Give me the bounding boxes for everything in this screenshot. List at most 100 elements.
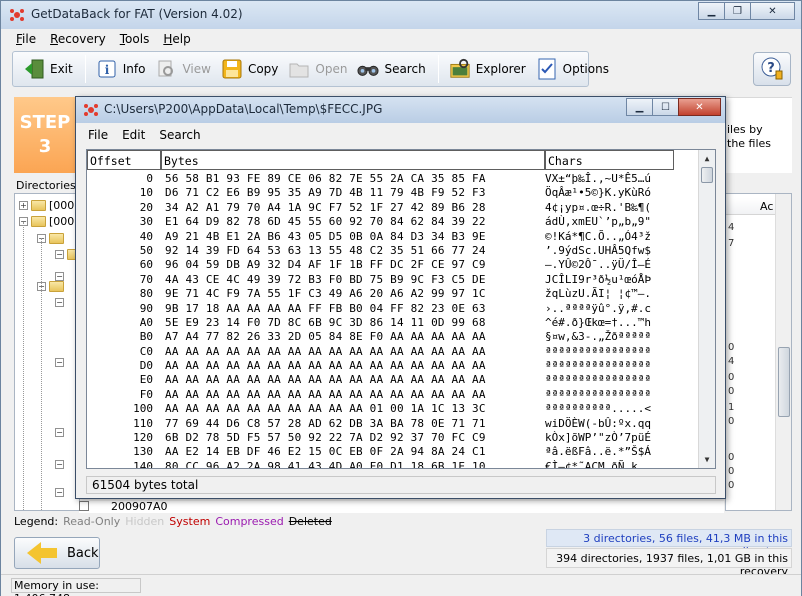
help-button[interactable]: ? <box>753 52 791 86</box>
hex-row[interactable]: A0 5E E9 23 14 F0 7D 8C 6B 9C 3D 86 14 11… <box>87 316 700 330</box>
menu-file[interactable]: File <box>9 30 43 50</box>
maximize-button[interactable]: ❐ <box>724 2 751 20</box>
collapse-icon[interactable]: − <box>55 427 64 437</box>
step-description: iles by the files <box>727 123 772 150</box>
hex-bytes: 34 A2 A1 79 70 A4 1A 9C F7 52 1F 27 42 8… <box>165 200 486 214</box>
bytes-column-header[interactable]: Bytes <box>161 150 545 170</box>
tree-node[interactable]: − <box>55 484 67 500</box>
copy-button[interactable]: Copy <box>217 54 284 84</box>
hex-view-scrollbar[interactable]: ▲ ▼ <box>698 150 715 468</box>
file-list[interactable]: Ac 4 7 0 4 0 0 1 0 0 0 0 <box>725 193 792 511</box>
toolbar: Exit i Info View Copy Open Search Explor… <box>12 51 609 87</box>
hex-row[interactable]: D0 AA AA AA AA AA AA AA AA AA AA AA AA AA… <box>87 359 700 373</box>
hex-row[interactable]: 90 9B 17 18 AA AA AA AA FF FB B0 04 FF 82… <box>87 302 700 316</box>
tree-node[interactable]: − <box>55 354 67 370</box>
exit-button[interactable]: Exit <box>19 54 79 84</box>
info-button[interactable]: i Info <box>92 54 152 84</box>
minimize-button[interactable]: ▁ <box>626 98 653 116</box>
hex-offset: E0 <box>139 373 153 387</box>
menu-tools[interactable]: Tools <box>113 30 157 50</box>
chars-column-header[interactable]: Chars <box>545 150 674 170</box>
hex-row[interactable]: 50 92 14 39 FD 64 53 63 13 55 48 C2 35 51… <box>87 244 700 258</box>
hex-row[interactable]: 80 9E 71 4C F9 7A 55 1F C3 49 A6 20 A6 A2… <box>87 287 700 301</box>
hex-row[interactable]: 20 34 A2 A1 79 70 A4 1A 9C F7 52 1F 27 42… <box>87 201 700 215</box>
hex-row[interactable]: 140 80 CC 96 A2 2A 98 41 43 4D A0 F0 D1 1… <box>87 460 700 468</box>
menu-search[interactable]: Search <box>152 125 207 145</box>
hex-bytes: 6B D2 78 5D F5 57 50 92 22 7A D2 92 37 7… <box>165 431 486 445</box>
scroll-up-icon[interactable]: ▲ <box>699 150 715 167</box>
collapse-icon[interactable] <box>79 501 89 511</box>
close-button[interactable]: ✕ <box>678 98 721 116</box>
scrollbar-thumb[interactable] <box>701 167 713 183</box>
collapse-icon[interactable]: − <box>55 249 64 259</box>
hex-chars: 4¢¡yp¤.œ÷R.'B‰¶( <box>545 200 651 214</box>
expand-icon[interactable]: + <box>19 200 28 210</box>
hex-chars: VX±“þ‰Î.‚~U*Ê5…ú <box>545 172 651 185</box>
maximize-button[interactable]: ☐ <box>652 98 679 116</box>
folder-icon <box>49 280 64 292</box>
hex-row[interactable]: B0 A7 A4 77 82 26 33 2D 05 84 8E F0 AA AA… <box>87 330 700 344</box>
options-button[interactable]: Options <box>532 54 615 84</box>
folder-icon <box>49 232 64 244</box>
hex-row[interactable]: 100 AA AA AA AA AA AA AA AA AA AA 01 00 1… <box>87 402 700 416</box>
file-list-scrollbar[interactable] <box>775 194 791 510</box>
list-item[interactable]: 200907A0 <box>79 500 724 513</box>
open-button[interactable]: Open <box>284 54 353 84</box>
tree-node[interactable]: − <box>55 456 67 472</box>
scroll-down-icon[interactable]: ▼ <box>699 451 715 468</box>
hex-row[interactable]: F0 AA AA AA AA AA AA AA AA AA AA AA AA AA… <box>87 388 700 402</box>
hex-chars: –.YÛ©2Ô¯..ÿÜ/Î—É <box>545 258 651 272</box>
scrollbar-thumb[interactable] <box>778 347 790 417</box>
collapse-icon[interactable]: − <box>55 357 64 367</box>
hex-offset: 0 <box>146 172 153 185</box>
hex-row[interactable]: 70 4A 43 CE 4C 49 39 72 B3 F0 BD 75 B9 9C… <box>87 273 700 287</box>
hex-chars: ªªªªªªªªªªªªªªªª <box>545 373 651 387</box>
tree-node[interactable]: − [000 <box>19 213 74 229</box>
view-button[interactable]: View <box>151 54 216 84</box>
tree-node[interactable]: − <box>55 294 67 310</box>
offset-column-header[interactable]: Offset <box>87 150 161 170</box>
minimize-icon: ▁ <box>707 5 716 17</box>
hex-offset: 120 <box>133 431 153 445</box>
hex-row[interactable]: 0 56 58 B1 93 FE 89 CE 06 82 7E 55 2A CA … <box>87 172 700 186</box>
hex-row[interactable]: 130 AA E2 14 EB DF 46 E2 15 0C EB 0F 2A 9… <box>87 445 700 459</box>
search-button[interactable]: Search <box>353 54 431 84</box>
close-button[interactable]: ✕ <box>750 2 795 20</box>
directory-tree[interactable]: + [000 − [000 − − − − − − − − − <box>14 193 80 511</box>
hex-viewer-title-bar: C:\Users\P200\AppData\Local\Temp\$FECC.J… <box>76 97 725 123</box>
collapse-icon[interactable]: − <box>55 487 64 497</box>
hex-row[interactable]: 60 96 04 59 DB A9 32 D4 AF 1F 1B FF DC 2F… <box>87 258 700 272</box>
hex-row[interactable]: E0 AA AA AA AA AA AA AA AA AA AA AA AA AA… <box>87 373 700 387</box>
collapse-icon[interactable]: − <box>55 459 64 469</box>
tree-node[interactable]: + [000 <box>19 197 74 213</box>
legend: Legend: Read-Only Hidden System Compress… <box>14 515 332 528</box>
hex-offset: 70 <box>139 272 153 286</box>
recovery-stats: 394 directories, 1937 files, 1,01 GB in … <box>546 548 792 578</box>
restore-icon: ❐ <box>733 5 742 17</box>
hex-row[interactable]: 30 E1 64 D9 82 78 6D 45 55 60 92 70 84 62… <box>87 215 700 229</box>
minimize-button[interactable]: ▁ <box>698 2 725 20</box>
hex-offset: 60 <box>139 258 153 272</box>
collapse-icon[interactable]: − <box>55 297 64 307</box>
floppy-disk-icon <box>221 58 243 80</box>
hex-bytes: 9E 71 4C F9 7A 55 1F C3 49 A6 20 A6 A2 9… <box>165 287 486 301</box>
hex-offset: 80 <box>139 287 153 301</box>
window-title: GetDataBack for FAT (Version 4.02) <box>31 7 243 21</box>
hex-row[interactable]: 10 D6 71 C2 E6 B9 95 35 A9 7D 4B 11 79 4B… <box>87 186 700 200</box>
back-button[interactable]: Back <box>14 537 100 569</box>
hex-row[interactable]: 40 A9 21 4B E1 2A B6 43 05 D5 0B 0A 84 D3… <box>87 230 700 244</box>
menu-file[interactable]: File <box>81 125 115 145</box>
hex-bytes: 96 04 59 DB A9 32 D4 AF 1F 1B FF DC 2F C… <box>165 258 486 272</box>
menu-recovery[interactable]: Recovery <box>43 30 113 50</box>
tree-node[interactable]: − <box>55 424 67 440</box>
hex-row[interactable]: C0 AA AA AA AA AA AA AA AA AA AA AA AA AA… <box>87 345 700 359</box>
hex-chars: wiDÖÈW(-bÛ:ºx.qq <box>545 416 651 430</box>
hex-row[interactable]: 110 77 69 44 D6 C8 57 28 AD 62 DB 3A BA 7… <box>87 417 700 431</box>
hex-view[interactable]: Offset Bytes Chars 0 56 58 B1 93 FE 89 CE… <box>86 149 716 469</box>
menu-edit[interactable]: Edit <box>115 125 152 145</box>
hex-viewer-status: 61504 bytes total <box>86 476 716 494</box>
hex-row[interactable]: 120 6B D2 78 5D F5 57 50 92 22 7A D2 92 3… <box>87 431 700 445</box>
hex-bytes: AA AA AA AA AA AA AA AA AA AA AA AA AA A… <box>165 387 486 401</box>
explorer-button[interactable]: Explorer <box>445 54 532 84</box>
menu-help[interactable]: Help <box>156 30 197 50</box>
